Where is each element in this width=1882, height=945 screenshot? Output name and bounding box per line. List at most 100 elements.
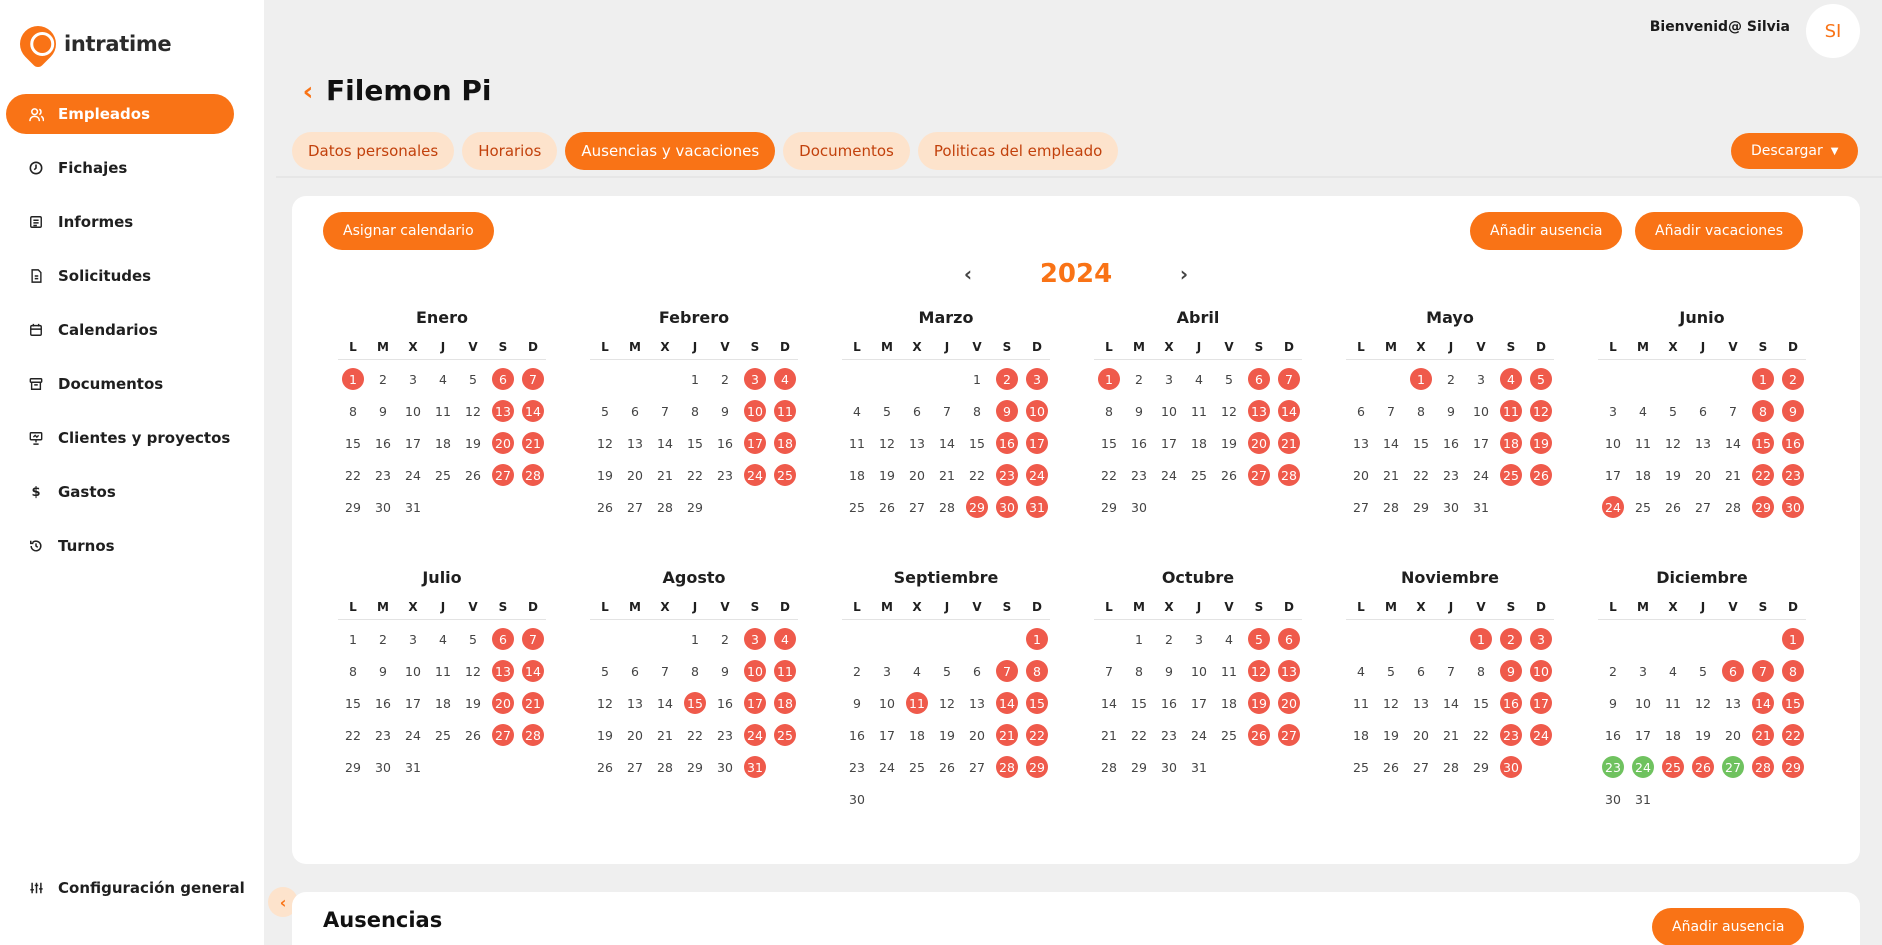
calendar-day[interactable]: 19 (1530, 432, 1552, 454)
calendar-day[interactable]: 22 (1098, 464, 1120, 486)
calendar-day[interactable]: 12 (1662, 432, 1684, 454)
calendar-day[interactable]: 4 (1500, 368, 1522, 390)
calendar-day[interactable]: 13 (492, 400, 514, 422)
calendar-day[interactable]: 31 (1026, 496, 1048, 518)
calendar-day[interactable]: 30 (714, 756, 736, 778)
sidebar-item-empleados[interactable]: Empleados (6, 94, 234, 134)
calendar-day[interactable]: 11 (774, 660, 796, 682)
calendar-day[interactable]: 12 (1380, 692, 1402, 714)
calendar-day[interactable]: 2 (1128, 368, 1150, 390)
calendar-day[interactable]: 28 (654, 496, 676, 518)
calendar-day[interactable]: 4 (846, 400, 868, 422)
calendar-day[interactable]: 19 (594, 464, 616, 486)
calendar-day[interactable]: 21 (996, 724, 1018, 746)
calendar-day[interactable]: 14 (1722, 432, 1744, 454)
calendar-day[interactable]: 18 (1662, 724, 1684, 746)
calendar-day[interactable]: 9 (1602, 692, 1624, 714)
calendar-day[interactable]: 15 (1098, 432, 1120, 454)
calendar-day[interactable]: 1 (342, 628, 364, 650)
calendar-day[interactable]: 24 (744, 464, 766, 486)
calendar-day[interactable]: 7 (1098, 660, 1120, 682)
calendar-day[interactable]: 2 (1158, 628, 1180, 650)
calendar-day[interactable]: 25 (774, 724, 796, 746)
calendar-day[interactable]: 21 (1278, 432, 1300, 454)
calendar-day[interactable]: 7 (1440, 660, 1462, 682)
calendar-day[interactable]: 15 (684, 432, 706, 454)
calendar-day[interactable]: 21 (1440, 724, 1462, 746)
calendar-day[interactable]: 24 (1632, 756, 1654, 778)
calendar-day[interactable]: 29 (1782, 756, 1804, 778)
calendar-day[interactable]: 18 (774, 692, 796, 714)
calendar-day[interactable]: 13 (624, 432, 646, 454)
calendar-day[interactable]: 31 (402, 496, 424, 518)
calendar-day[interactable]: 9 (1440, 400, 1462, 422)
calendar-day[interactable]: 16 (846, 724, 868, 746)
calendar-day[interactable]: 6 (1692, 400, 1714, 422)
calendar-day[interactable]: 5 (462, 628, 484, 650)
calendar-day[interactable]: 7 (1752, 660, 1774, 682)
calendar-day[interactable]: 27 (1248, 464, 1270, 486)
add-absence-button[interactable]: Añadir ausencia (1470, 212, 1623, 250)
calendar-day[interactable]: 1 (1098, 368, 1120, 390)
calendar-day[interactable]: 2 (714, 368, 736, 390)
calendar-day[interactable]: 7 (996, 660, 1018, 682)
calendar-day[interactable]: 9 (996, 400, 1018, 422)
calendar-day[interactable]: 31 (1470, 496, 1492, 518)
calendar-day[interactable]: 24 (1026, 464, 1048, 486)
calendar-day[interactable]: 4 (774, 368, 796, 390)
calendar-day[interactable]: 26 (936, 756, 958, 778)
calendar-day[interactable]: 2 (372, 628, 394, 650)
calendar-day[interactable]: 30 (1128, 496, 1150, 518)
calendar-day[interactable]: 18 (432, 692, 454, 714)
calendar-day[interactable]: 23 (714, 724, 736, 746)
calendar-day[interactable]: 25 (846, 496, 868, 518)
calendar-day[interactable]: 16 (714, 692, 736, 714)
calendar-day[interactable]: 16 (1602, 724, 1624, 746)
calendar-day[interactable]: 5 (462, 368, 484, 390)
calendar-day[interactable]: 16 (1128, 432, 1150, 454)
calendar-day[interactable]: 7 (522, 628, 544, 650)
calendar-day[interactable]: 8 (1026, 660, 1048, 682)
calendar-day[interactable]: 26 (594, 756, 616, 778)
calendar-day[interactable]: 19 (936, 724, 958, 746)
back-button[interactable]: ‹ (298, 77, 318, 107)
calendar-day[interactable]: 12 (462, 660, 484, 682)
calendar-day[interactable]: 4 (774, 628, 796, 650)
calendar-day[interactable]: 17 (876, 724, 898, 746)
calendar-day[interactable]: 20 (1692, 464, 1714, 486)
calendar-day[interactable]: 24 (1602, 496, 1624, 518)
calendar-day[interactable]: 30 (1158, 756, 1180, 778)
calendar-day[interactable]: 15 (342, 692, 364, 714)
sidebar-item-turnos[interactable]: Turnos (6, 526, 234, 566)
calendar-day[interactable]: 29 (1470, 756, 1492, 778)
calendar-day[interactable]: 17 (402, 692, 424, 714)
calendar-day[interactable]: 23 (1440, 464, 1462, 486)
calendar-day[interactable]: 10 (1158, 400, 1180, 422)
calendar-day[interactable]: 26 (1380, 756, 1402, 778)
calendar-day[interactable]: 6 (1278, 628, 1300, 650)
calendar-day[interactable]: 29 (684, 756, 706, 778)
calendar-day[interactable]: 2 (846, 660, 868, 682)
assign-calendar-button[interactable]: Asignar calendario (323, 212, 494, 250)
calendar-day[interactable]: 5 (1218, 368, 1240, 390)
calendar-day[interactable]: 23 (372, 464, 394, 486)
calendar-day[interactable]: 13 (1722, 692, 1744, 714)
calendar-day[interactable]: 16 (1782, 432, 1804, 454)
calendar-day[interactable]: 20 (1722, 724, 1744, 746)
calendar-day[interactable]: 11 (846, 432, 868, 454)
calendar-day[interactable]: 8 (1782, 660, 1804, 682)
calendar-day[interactable]: 15 (1026, 692, 1048, 714)
calendar-day[interactable]: 13 (492, 660, 514, 682)
calendar-day[interactable]: 25 (1632, 496, 1654, 518)
calendar-day[interactable]: 12 (594, 692, 616, 714)
calendar-day[interactable]: 10 (402, 660, 424, 682)
calendar-day[interactable]: 27 (624, 496, 646, 518)
calendar-day[interactable]: 15 (966, 432, 988, 454)
calendar-day[interactable]: 27 (966, 756, 988, 778)
calendar-day[interactable]: 17 (1602, 464, 1624, 486)
calendar-day[interactable]: 17 (1470, 432, 1492, 454)
calendar-day[interactable]: 8 (1410, 400, 1432, 422)
calendar-day[interactable]: 17 (744, 432, 766, 454)
tab-politicas[interactable]: Politicas del empleado (917, 132, 1119, 170)
calendar-day[interactable]: 18 (1632, 464, 1654, 486)
